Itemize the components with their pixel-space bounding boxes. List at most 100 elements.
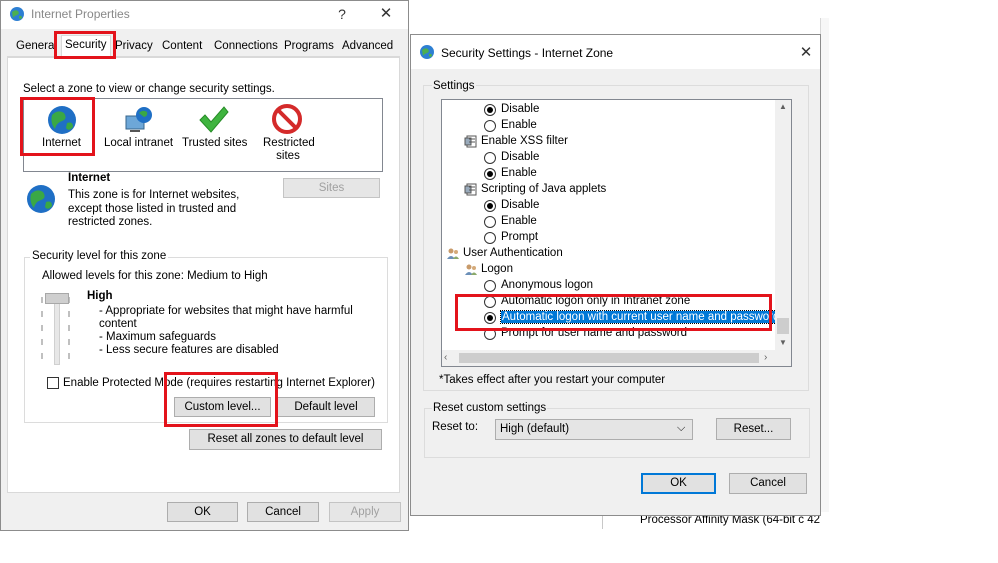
cancel-button[interactable]: Cancel [247,502,319,522]
radio-selected[interactable] [484,168,496,180]
scroll-thumb[interactable] [777,318,789,334]
tab-programs[interactable]: Programs [281,37,337,56]
tree-radio-option[interactable]: Prompt for user name and password [442,326,777,342]
reset-button[interactable]: Reset... [716,418,791,440]
tree-vertical-scrollbar[interactable]: ▲ ▼ [775,100,791,350]
tree-radio-option[interactable]: Disable [442,150,777,166]
scroll-down-icon[interactable]: ▼ [775,336,791,350]
zone-internet-label: Internet [42,137,81,149]
level-bullet-3: - Maximum safeguards [99,331,216,343]
tree-subcategory[interactable]: Logon [442,262,777,278]
tree-radio-option[interactable]: Automatic logon with current user name a… [442,310,782,326]
radio-unselected[interactable] [484,328,496,340]
radio-unselected[interactable] [484,296,496,308]
slider-thumb[interactable] [45,293,69,304]
tree-radio-option[interactable]: Disable [442,198,777,214]
internet-properties-titlebar[interactable]: Internet Properties ? ✕ [1,1,408,29]
tab-general[interactable]: General [13,37,60,56]
tree-setting-group[interactable]: Scripting of Java applets [442,182,777,198]
reset-custom-label: Reset custom settings [432,402,548,414]
radio-unselected[interactable] [484,232,496,244]
hscroll-thumb[interactable] [459,353,759,363]
tab-security[interactable]: Security [61,35,111,58]
tree-setting-group[interactable]: Enable XSS filter [442,134,777,150]
scroll-corner [777,350,791,366]
tab-connections[interactable]: Connections [211,37,281,56]
tree-item-label: Prompt [501,231,539,243]
radio-unselected[interactable] [484,152,496,164]
restart-note: *Takes effect after you restart your com… [439,374,666,386]
zone-desc-line-2: except those listed in trusted and [68,203,237,215]
reset-all-zones-button[interactable]: Reset all zones to default level [189,429,382,450]
level-bullet-2: content [99,318,137,330]
zone-restricted-sites-label: Restricted sites [263,137,315,162]
tree-item-label: Disable [501,151,540,163]
tree-radio-option[interactable]: Automatic logon only in Intranet zone [442,294,777,310]
allowed-levels-text: Allowed levels for this zone: Medium to … [42,270,268,282]
tree-radio-option[interactable]: Disable [442,102,777,118]
apply-button[interactable]: Apply [329,502,401,522]
users-icon [464,263,478,277]
tree-item-label: Enable XSS filter [481,135,568,147]
ok-button[interactable]: OK [167,502,238,522]
zone-desc-line-1: This zone is for Internet websites, [68,189,240,201]
tree-item-label: Anonymous logon [501,279,594,291]
tree-item-label: User Authentication [463,247,563,259]
radio-unselected[interactable] [484,120,496,132]
zone-title: Internet [68,172,111,184]
level-bullet-1: - Appropriate for websites that might ha… [99,305,353,317]
zone-desc-line-3: restricted zones. [68,216,153,228]
scroll-right-icon[interactable]: › [764,350,776,366]
ie-globe-icon [10,7,24,21]
zone-local-intranet-label: Local intranet [104,137,174,149]
security-settings-window: Security Settings - Internet Zone ✕ Sett… [410,34,821,516]
level-bullet-4: - Less secure features are disabled [99,344,279,356]
protected-mode-checkbox[interactable] [47,377,59,389]
reset-to-dropdown[interactable]: High (default) ⌵ [495,419,693,440]
tree-radio-option[interactable]: Prompt [442,230,777,246]
sites-button[interactable]: Sites [283,178,380,198]
help-button[interactable]: ? [328,4,356,24]
slider-tick-right [68,297,70,363]
background-window-edge [820,18,829,528]
reset-to-value: High (default) [500,423,570,435]
tab-advanced[interactable]: Advanced [339,37,396,56]
settings-ok-button[interactable]: OK [641,473,716,494]
tree-item-label: Prompt for user name and password [501,327,688,339]
settings-cancel-button[interactable]: Cancel [729,473,807,494]
tree-category[interactable]: User Authentication [442,246,777,262]
tree-radio-option[interactable]: Enable [442,214,777,230]
radio-unselected[interactable] [484,280,496,292]
tree-item-label: Disable [501,103,540,115]
radio-unselected[interactable] [484,216,496,228]
close-button[interactable]: ✕ [372,4,400,24]
protected-mode-label: Enable Protected Mode (requires restarti… [63,377,375,389]
security-settings-titlebar[interactable]: Security Settings - Internet Zone ✕ [411,35,820,69]
radio-selected[interactable] [484,200,496,212]
custom-level-button[interactable]: Custom level... [174,397,271,417]
security-level-slider[interactable] [41,291,73,365]
tree-horizontal-scrollbar[interactable]: ‹ › [442,350,777,366]
settings-tree[interactable]: Disable Enable Enable XSS filter Disable Ena… [441,99,792,367]
security-level-name: High [87,290,113,302]
tree-item-label: Enable [501,215,537,227]
security-level-legend: Security level for this zone [30,250,169,262]
users-icon [446,247,460,261]
scroll-left-icon[interactable]: ‹ [444,350,458,366]
tree-item-label: Automatic logon only in Intranet zone [501,295,691,307]
tree-item-label: Automatic logon with current user name a… [499,310,782,324]
settings-page-icon [464,183,478,197]
tab-content[interactable]: Content [159,37,205,56]
internet-properties-title: Internet Properties [31,7,130,21]
tree-item-label: Enable [501,119,537,131]
default-level-button[interactable]: Default level [277,397,375,417]
zone-prompt: Select a zone to view or change security… [23,83,275,95]
tree-radio-option[interactable]: Anonymous logon [442,278,777,294]
tree-radio-option[interactable]: Enable [442,118,777,134]
settings-close-button[interactable]: ✕ [792,43,820,63]
tab-privacy[interactable]: Privacy [112,37,156,56]
radio-selected[interactable] [484,312,496,324]
scroll-up-icon[interactable]: ▲ [775,100,791,114]
tree-radio-option[interactable]: Enable [442,166,777,182]
radio-selected[interactable] [484,104,496,116]
